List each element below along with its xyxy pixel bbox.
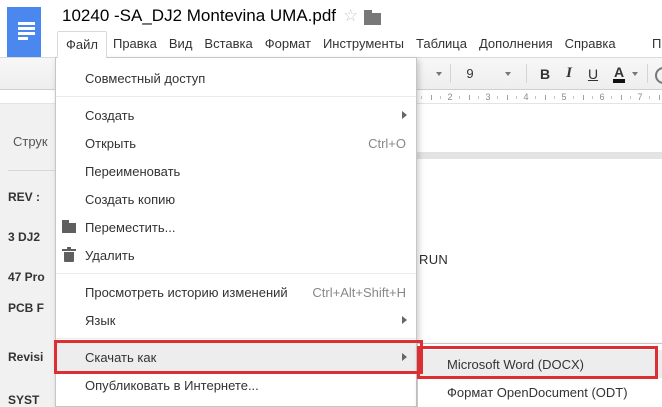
download-as-submenu: Microsoft Word (DOCX) Формат OpenDocumen… [417, 343, 662, 407]
ruler-mark: 3 [482, 92, 494, 102]
menu-format[interactable]: Формат [259, 31, 317, 57]
star-icon[interactable]: ☆ [343, 6, 358, 26]
font-size-dropdown-arrow[interactable] [502, 58, 514, 89]
menu-separator [56, 96, 416, 97]
menu-insert[interactable]: Вставка [198, 31, 258, 57]
folder-icon [61, 220, 77, 234]
ruler-mark: 7 [634, 92, 646, 102]
submenu-arrow-icon [402, 353, 407, 361]
menu-bar: Файл Правка Вид Вставка Формат Инструмен… [57, 31, 622, 57]
text-color-button[interactable]: A [610, 58, 628, 89]
outline-item[interactable]: PCB F [8, 301, 44, 315]
menu-table[interactable]: Таблица [410, 31, 473, 57]
ruler-mark: 2 [444, 92, 456, 102]
menu-partial[interactable]: П [652, 31, 661, 57]
ruler-mark: 4 [520, 92, 532, 102]
document-title[interactable]: 10240 -SA_DJ2 Montevina UMA.pdf [62, 6, 336, 26]
link-icon[interactable] [655, 67, 662, 84]
outline-separator [8, 170, 57, 171]
menu-addons[interactable]: Дополнения [473, 31, 559, 57]
document-text: RUN [419, 252, 448, 267]
shortcut-label: Ctrl+O [368, 136, 406, 151]
file-menu-dropdown: Совместный доступ Создать Открыть Ctrl+O… [55, 57, 417, 407]
menu-item-new[interactable]: Создать [56, 101, 416, 129]
outline-item[interactable]: REV : [8, 190, 40, 204]
ruler-mark: 6 [596, 92, 608, 102]
menu-item-language[interactable]: Язык [56, 306, 416, 334]
outline-item[interactable]: SYST [8, 393, 39, 407]
submenu-item-odt[interactable]: Формат OpenDocument (ODT) [418, 378, 662, 406]
menu-item-delete[interactable]: Удалить [56, 241, 416, 269]
menu-tools[interactable]: Инструменты [317, 31, 410, 57]
outline-header: Струк [13, 134, 48, 149]
ruler-mark: 5 [558, 92, 570, 102]
italic-button[interactable]: I [560, 58, 578, 89]
move-to-folder-icon[interactable] [364, 13, 381, 25]
menu-file[interactable]: Файл [57, 31, 107, 58]
underline-button[interactable]: U [584, 58, 602, 89]
shortcut-label: Ctrl+Alt+Shift+H [312, 285, 406, 300]
menu-separator [56, 338, 416, 339]
menu-item-revision-history[interactable]: Просмотреть историю изменений Ctrl+Alt+S… [56, 278, 416, 306]
font-size-value[interactable]: 9 [458, 58, 482, 89]
menu-item-open[interactable]: Открыть Ctrl+O [56, 129, 416, 157]
docs-logo-icon[interactable] [7, 7, 41, 57]
menu-view[interactable]: Вид [163, 31, 199, 57]
outline-item[interactable]: 3 DJ2 [8, 230, 40, 244]
submenu-arrow-icon [402, 111, 407, 119]
outline-pane: Струк REV : 3 DJ2 47 Pro PCB F Revisi SY… [0, 104, 57, 407]
menu-edit[interactable]: Правка [107, 31, 163, 57]
menu-item-download-as[interactable]: Скачать как [56, 343, 416, 371]
menu-item-make-copy[interactable]: Создать копию [56, 185, 416, 213]
submenu-arrow-icon [402, 316, 407, 324]
menu-item-rename[interactable]: Переименовать [56, 157, 416, 185]
submenu-item-docx[interactable]: Microsoft Word (DOCX) [418, 350, 662, 378]
text-color-dropdown-arrow[interactable] [630, 58, 640, 89]
outline-item[interactable]: 47 Pro [8, 270, 45, 284]
menu-help[interactable]: Справка [559, 31, 622, 57]
menu-item-publish[interactable]: Опубликовать в Интернете... [56, 371, 416, 399]
font-family-dropdown-arrow[interactable] [433, 58, 445, 89]
top-bar: 10240 -SA_DJ2 Montevina UMA.pdf ☆ Файл П… [0, 0, 662, 57]
menu-item-move[interactable]: Переместить... [56, 213, 416, 241]
google-docs-window: 10240 -SA_DJ2 Montevina UMA.pdf ☆ Файл П… [0, 0, 662, 407]
menu-separator [56, 273, 416, 274]
outline-item[interactable]: Revisi [8, 350, 43, 364]
trash-icon [61, 248, 77, 262]
bold-button[interactable]: B [536, 58, 554, 89]
menu-item-share[interactable]: Совместный доступ [56, 64, 416, 92]
